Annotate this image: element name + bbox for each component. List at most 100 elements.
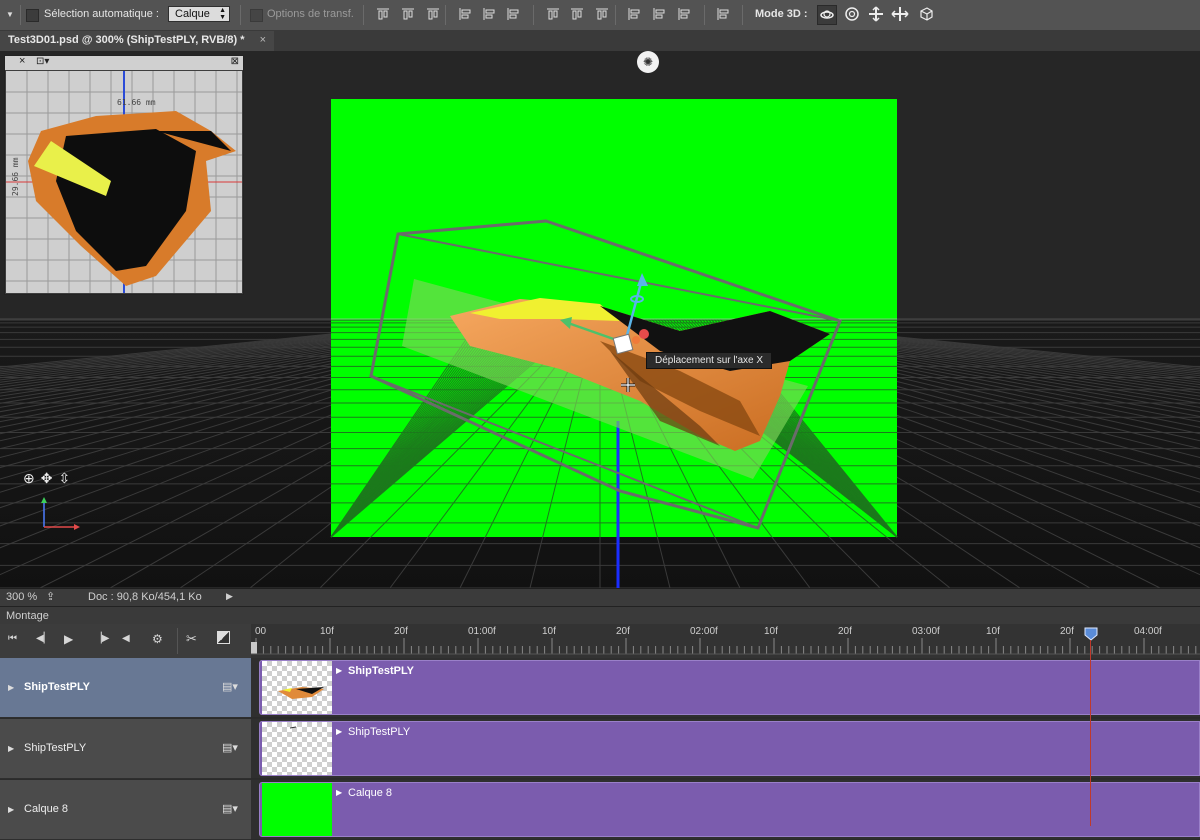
auto-select-checkbox[interactable] bbox=[26, 9, 39, 22]
close-tab-icon[interactable]: × bbox=[260, 34, 266, 46]
timeline-controls: ⏮ ◀▏ ▶ ▕▶ ◀ ⚙ ✂ bbox=[0, 624, 251, 659]
canvas-area[interactable]: ✺ ⊕ ✥ ⇳ Déplacement sur l'axe X × ⊡▾ ⊠ 6… bbox=[0, 51, 1200, 588]
orbit-camera-icon[interactable]: ⊕ bbox=[23, 470, 35, 487]
dolly-camera-icon[interactable]: ⇳ bbox=[58, 470, 70, 487]
layer-clip[interactable]: ▶ ShipTestPLY bbox=[259, 721, 1200, 776]
clip-expand-icon[interactable]: ▶ bbox=[336, 666, 342, 675]
clip-title: ShipTestPLY bbox=[348, 665, 415, 677]
timeline-title: Montage bbox=[6, 610, 49, 622]
orbit-3d-button[interactable] bbox=[817, 5, 837, 25]
layer-name: ShipTestPLY bbox=[24, 742, 87, 754]
layer-row-2[interactable]: ▶ ShipTestPLY ▤▾ bbox=[0, 719, 251, 779]
layer-name: Calque 8 bbox=[24, 803, 69, 815]
zoom-level[interactable]: 300 % bbox=[6, 591, 37, 603]
clip-expand-icon[interactable]: ▶ bbox=[336, 727, 342, 736]
align-icon bbox=[678, 8, 690, 20]
layer-row-3[interactable]: ▶ Calque 8 ▤▾ bbox=[0, 780, 251, 840]
align-right-button[interactable] bbox=[504, 5, 522, 23]
expand-arrow-icon[interactable]: ▶ bbox=[8, 744, 14, 753]
light-widget[interactable]: ✺ bbox=[637, 51, 659, 73]
spinner-icon: ▲ ▼ bbox=[219, 7, 226, 21]
align-bottom-button[interactable] bbox=[424, 5, 442, 23]
work-area-start-handle bbox=[251, 642, 257, 654]
transform-options-checkbox[interactable] bbox=[250, 9, 263, 22]
roll-3d-icon bbox=[845, 7, 859, 21]
dist-vcenter-button[interactable] bbox=[568, 5, 586, 23]
close-view-icon[interactable]: × bbox=[19, 55, 25, 67]
next-frame-icon[interactable]: ▕▶ bbox=[94, 633, 109, 644]
align-icon bbox=[402, 8, 414, 20]
axis-tooltip: Déplacement sur l'axe X bbox=[646, 352, 773, 369]
scale-3d-button[interactable] bbox=[917, 5, 935, 23]
align-icon bbox=[377, 8, 389, 20]
layer-row-1[interactable]: ▶ ShipTestPLY ▤▾ bbox=[0, 658, 251, 718]
clip-title: ShipTestPLY bbox=[348, 726, 411, 738]
divider bbox=[363, 5, 364, 25]
divider bbox=[533, 5, 534, 25]
tool-preset-picker[interactable]: ▼ bbox=[3, 5, 17, 23]
film-icon[interactable]: ▤▾ bbox=[222, 802, 238, 815]
layer-name: ShipTestPLY bbox=[24, 681, 91, 693]
timeline-ruler[interactable]: 00 10f 20f 01:00f 10f 20f 02:00f 10f 20f 03:00f 10… bbox=[251, 624, 1200, 659]
align-left-button[interactable] bbox=[456, 5, 474, 23]
pan-camera-icon[interactable]: ✥ bbox=[41, 470, 53, 487]
status-menu-arrow-icon[interactable]: ▶ bbox=[226, 591, 233, 602]
dist-top-button[interactable] bbox=[544, 5, 562, 23]
dist-left-button[interactable] bbox=[625, 5, 643, 23]
secondary-view-header: × ⊡▾ ⊠ bbox=[5, 55, 243, 70]
roll-3d-button[interactable] bbox=[843, 5, 861, 23]
transform-options-label: Options de transf. bbox=[267, 8, 354, 20]
auto-select-value: Calque bbox=[175, 8, 210, 20]
secondary-view[interactable]: × ⊡▾ ⊠ 61.66 mm 29.66 mm bbox=[4, 55, 244, 295]
layer-clip[interactable]: ▶ Calque 8 bbox=[259, 782, 1200, 837]
playhead-handle[interactable] bbox=[1084, 627, 1098, 641]
align-vcenter-button[interactable] bbox=[399, 5, 417, 23]
chevron-down-icon: ▼ bbox=[6, 9, 14, 19]
play-icon[interactable]: ▶ bbox=[64, 632, 73, 646]
align-hcenter-button[interactable] bbox=[480, 5, 498, 23]
align-icon bbox=[628, 8, 640, 20]
mode3d-label: Mode 3D : bbox=[755, 8, 808, 20]
gear-icon[interactable]: ⚙ bbox=[152, 632, 163, 646]
divider bbox=[20, 5, 21, 25]
expand-arrow-icon[interactable]: ▶ bbox=[8, 805, 14, 814]
auto-select-label: Sélection automatique : bbox=[44, 8, 159, 20]
audio-icon[interactable]: ◀ bbox=[122, 633, 130, 644]
clip-thumbnail bbox=[262, 722, 332, 775]
clip-expand-icon[interactable]: ▶ bbox=[336, 788, 342, 797]
previous-frame-icon[interactable]: ◀▏ bbox=[36, 633, 51, 644]
timeline-panel-header: Montage bbox=[0, 606, 1200, 625]
view-menu-icon[interactable]: ⊡▾ bbox=[36, 56, 49, 67]
layer-clip[interactable]: ▶ ShipTestPLY bbox=[259, 660, 1200, 715]
dist-hcenter-button[interactable] bbox=[650, 5, 668, 23]
ruler-ticks bbox=[251, 638, 1200, 655]
expand-arrow-icon[interactable]: ▶ bbox=[8, 683, 14, 692]
first-frame-icon[interactable]: ⏮ bbox=[8, 633, 17, 644]
auto-align-button[interactable] bbox=[714, 5, 732, 23]
playhead-line bbox=[1090, 640, 1091, 826]
auto-select-dropdown[interactable]: Calque ▲ ▼ bbox=[168, 6, 230, 22]
scale-3d-icon bbox=[920, 7, 933, 21]
document-tab[interactable]: Test3D01.psd @ 300% (ShipTestPLY, RVB/8)… bbox=[0, 31, 274, 51]
layer-track-1: ▶ ShipTestPLY bbox=[251, 658, 1200, 718]
align-icon bbox=[596, 8, 608, 20]
share-icon[interactable]: ⇪ bbox=[46, 590, 55, 603]
clip-title: Calque 8 bbox=[348, 787, 393, 799]
dist-right-button[interactable] bbox=[675, 5, 693, 23]
width-readout: 61.66 mm bbox=[117, 98, 156, 107]
dist-bottom-button[interactable] bbox=[593, 5, 611, 23]
divider bbox=[742, 5, 743, 25]
film-icon[interactable]: ▤▾ bbox=[222, 680, 238, 693]
divider bbox=[615, 5, 616, 25]
status-bar: 300 % ⇪ Doc : 90,8 Ko/454,1 Ko ▶ bbox=[0, 588, 1200, 607]
camera-widget: ⊕ ✥ ⇳ bbox=[23, 470, 70, 487]
film-icon[interactable]: ▤▾ bbox=[222, 741, 238, 754]
pan-3d-button[interactable] bbox=[867, 5, 885, 23]
swap-view-icon[interactable]: ⊠ bbox=[231, 56, 239, 67]
slide-3d-button[interactable] bbox=[891, 5, 909, 23]
transition-icon[interactable] bbox=[217, 631, 230, 644]
align-top-button[interactable] bbox=[374, 5, 392, 23]
divider bbox=[240, 5, 241, 25]
scissors-icon[interactable]: ✂ bbox=[186, 631, 197, 647]
axis-widget bbox=[41, 497, 80, 530]
